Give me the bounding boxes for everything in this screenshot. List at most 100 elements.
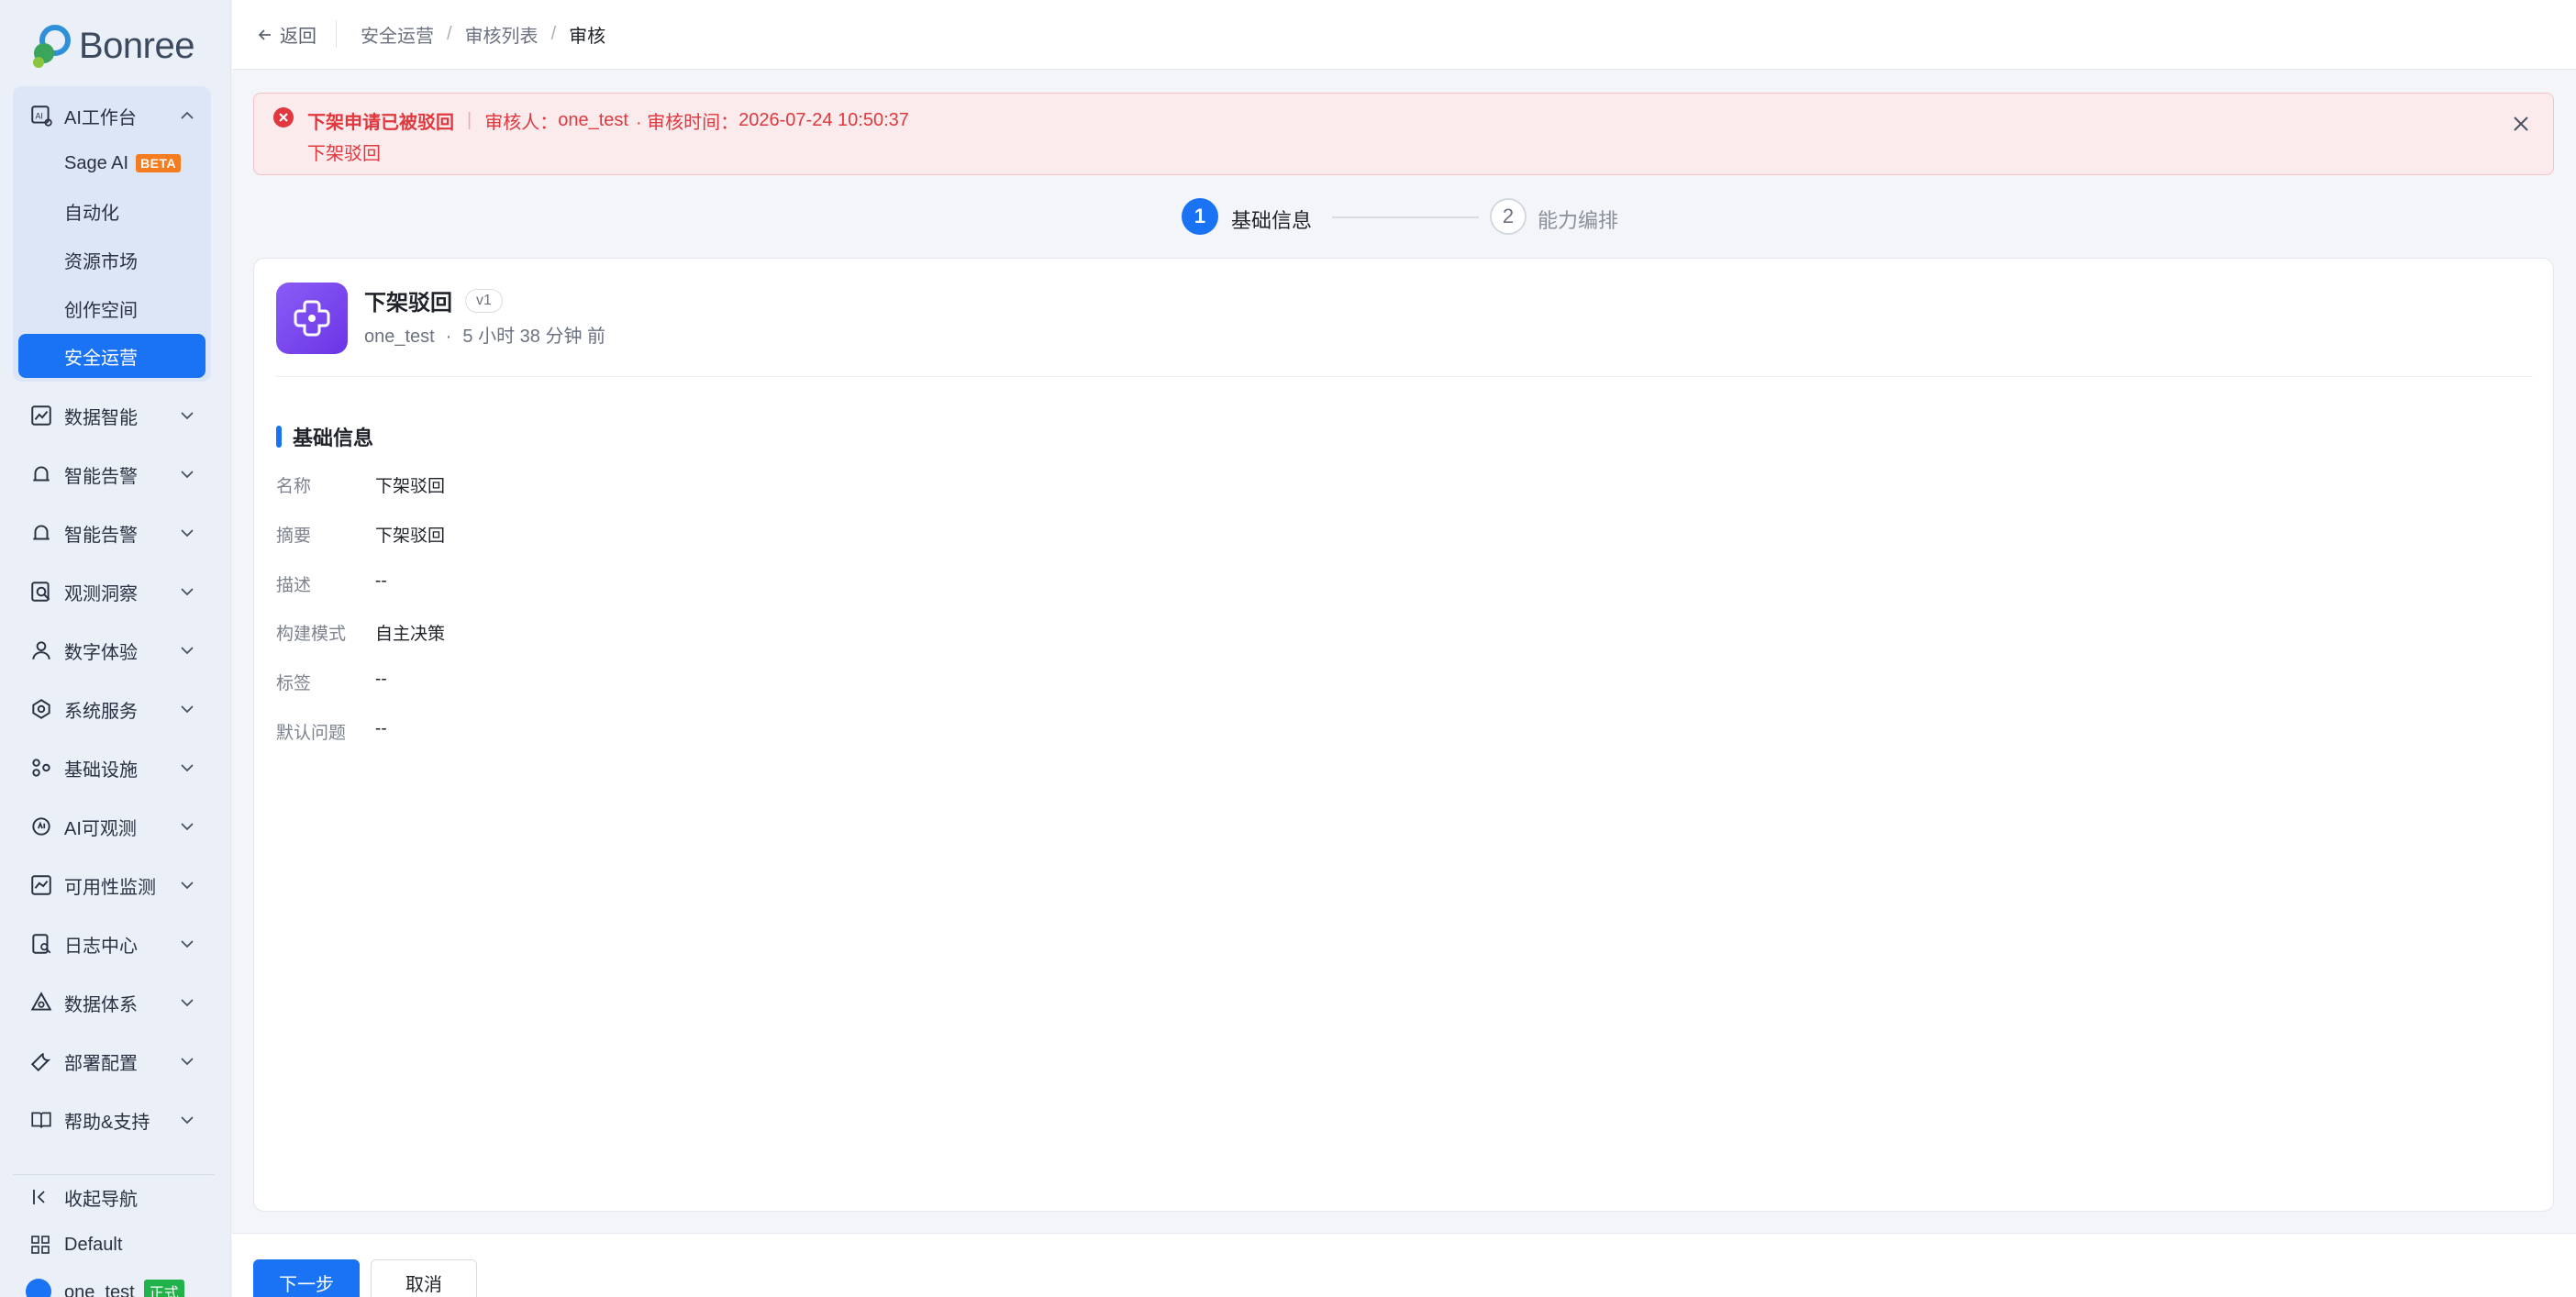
nav-label: 智能告警: [64, 525, 138, 546]
step-2-label[interactable]: 能力编排: [1538, 205, 1618, 234]
sub-item-label: 自动化: [64, 203, 119, 224]
ai-workbench-icon: AI: [31, 105, 52, 127]
nav-item-infrastructure[interactable]: 基础设施: [0, 738, 231, 797]
chevron-down-icon: [181, 412, 194, 420]
field-value: --: [375, 719, 387, 738]
review-time-prefix: · 审核时间：: [635, 113, 739, 133]
app-meta: one_test · 5 小时 38 分钟 前: [364, 321, 605, 348]
section-title: 基础信息: [276, 422, 373, 451]
chevron-down-icon: [181, 764, 194, 772]
flow-icon: [294, 300, 330, 337]
field-description: 描述 --: [276, 571, 387, 596]
field-value: 下架驳回: [375, 477, 446, 496]
field-key: 构建模式: [276, 625, 347, 644]
field-value: --: [375, 571, 387, 591]
user-profile[interactable]: one_test 正式: [0, 1268, 231, 1297]
nav-label: 数据智能: [64, 407, 138, 428]
sidebar-item-automation[interactable]: 自动化: [18, 189, 205, 233]
nav-item-observe-insight[interactable]: 观测洞察: [0, 562, 231, 621]
field-key: 摘要: [276, 527, 312, 546]
breadcrumb-separator: /: [447, 24, 452, 44]
field-key: 名称: [276, 477, 312, 496]
rejection-alert: 下架申请已被驳回 | 审核人： one_test · 审核时间： 2026-07…: [253, 93, 2554, 175]
step-1-indicator[interactable]: 1: [1182, 198, 1218, 235]
chevron-down-icon: [181, 999, 194, 1007]
nav-item-smart-alert-2[interactable]: 智能告警: [0, 504, 231, 562]
sidebar-item-sage-ai[interactable]: Sage AI BETA: [18, 141, 205, 185]
field-name: 名称 下架驳回: [276, 472, 445, 497]
back-button[interactable]: 返回: [256, 21, 316, 48]
workspace-switcher[interactable]: Default: [0, 1221, 231, 1269]
field-build-mode: 构建模式 自主决策: [276, 620, 445, 645]
sidebar-item-resource-market[interactable]: 资源市场: [18, 238, 205, 282]
back-label: 返回: [280, 27, 316, 47]
sidebar-item-creation-space[interactable]: 创作空间: [18, 286, 205, 330]
nav-item-ai-observability[interactable]: AI可观测: [0, 797, 231, 856]
nav-item-help-support[interactable]: 帮助&支持: [0, 1091, 231, 1149]
collapse-nav-button[interactable]: 收起导航: [0, 1173, 231, 1221]
nav-item-log-center[interactable]: 日志中心: [0, 915, 231, 973]
wrench-icon: [30, 1052, 51, 1072]
monitor-icon: [31, 875, 51, 895]
user-icon: [32, 641, 50, 660]
bonree-logo-icon: [33, 25, 71, 68]
step-connector: [1332, 216, 1479, 218]
nav-item-data-intelligence[interactable]: 数据智能: [0, 386, 231, 445]
nav-label: AI工作台: [64, 107, 137, 128]
nav-label: 智能告警: [64, 466, 138, 487]
grid-icon: [31, 1236, 50, 1254]
nav-item-smart-alert[interactable]: 智能告警: [0, 445, 231, 504]
nav-item-availability-monitor[interactable]: 可用性监测: [0, 856, 231, 915]
error-circle-icon: [273, 107, 294, 127]
data-system-icon: [30, 992, 52, 1011]
chevron-down-icon: [181, 1116, 194, 1125]
nav-item-deploy-config[interactable]: 部署配置: [0, 1032, 231, 1091]
chevron-down-icon: [181, 471, 194, 479]
beta-badge: BETA: [136, 154, 182, 172]
version-tag: v1: [465, 288, 503, 313]
search-doc-icon: [31, 582, 50, 602]
nav-label: 部署配置: [64, 1053, 138, 1074]
breadcrumb-item-security-ops[interactable]: 安全运营: [361, 21, 434, 48]
nav-item-digital-experience[interactable]: 数字体验: [0, 621, 231, 680]
field-default-question: 默认问题 --: [276, 719, 387, 744]
step-2-indicator[interactable]: 2: [1490, 198, 1527, 235]
sidebar-item-security-ops[interactable]: 安全运营: [18, 334, 205, 378]
breadcrumb-separator: /: [550, 24, 557, 44]
nav-label: 数据体系: [64, 994, 138, 1015]
logo-text: Bonree: [79, 25, 194, 66]
next-step-button[interactable]: 下一步: [253, 1259, 360, 1297]
app-owner: one_test: [364, 327, 435, 347]
field-summary: 摘要 下架驳回: [276, 522, 445, 547]
step-1-label[interactable]: 基础信息: [1231, 205, 1312, 234]
top-bar: 返回 安全运营 / 审核列表 / 审核: [232, 0, 2576, 70]
rejection-reason: 下架驳回: [307, 144, 381, 164]
section-title-text: 基础信息: [293, 427, 374, 449]
breadcrumb-item-review-list[interactable]: 审核列表: [465, 21, 539, 48]
nav-label: 基础设施: [64, 759, 138, 781]
nav-label: 日志中心: [64, 936, 138, 957]
field-value: --: [375, 670, 387, 689]
nav-label: 数字体验: [64, 642, 138, 663]
chevron-down-icon: [181, 823, 194, 831]
book-icon: [31, 1112, 51, 1128]
close-icon[interactable]: [2509, 112, 2533, 136]
collapse-icon: [33, 1190, 45, 1204]
nav-item-ai-workbench[interactable]: AI AI工作台: [0, 86, 231, 145]
bonree-logo[interactable]: Bonree: [28, 18, 194, 73]
reviewer-name: one_test: [558, 110, 628, 130]
cancel-button[interactable]: 取消: [371, 1259, 477, 1297]
nav-label: 系统服务: [64, 701, 138, 722]
nav-item-system-service[interactable]: 系统服务: [0, 680, 231, 738]
field-key: 默认问题: [276, 724, 347, 743]
app-icon: [276, 283, 348, 354]
collapse-label: 收起导航: [64, 1189, 138, 1210]
nav-label: 观测洞察: [64, 583, 138, 604]
nav-label: 帮助&支持: [64, 1112, 150, 1133]
arrow-left-icon: [258, 28, 271, 40]
chevron-down-icon: [181, 529, 194, 538]
field-key: 描述: [276, 576, 312, 595]
breadcrumb: 安全运营 / 审核列表 / 审核: [361, 21, 605, 48]
nav-item-data-system[interactable]: 数据体系: [0, 973, 231, 1032]
review-time: 2026-07-24 10:50:37: [738, 110, 909, 130]
